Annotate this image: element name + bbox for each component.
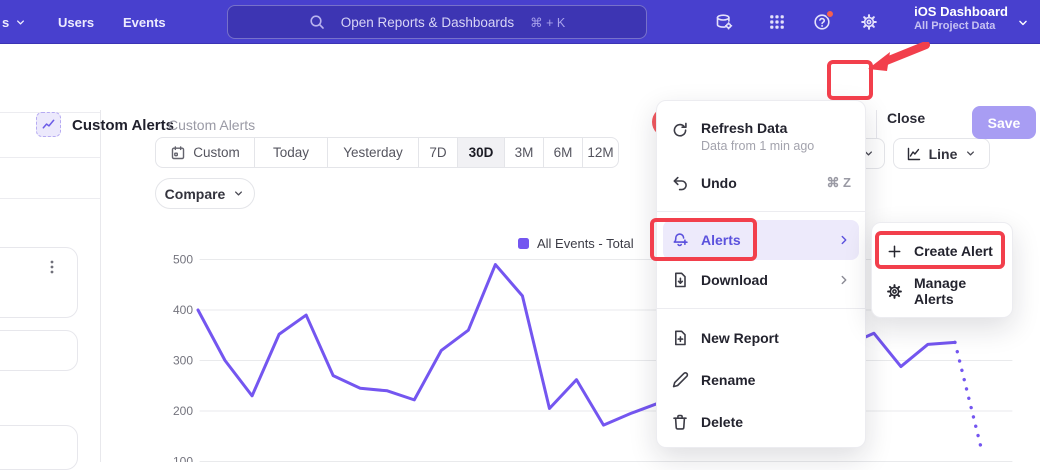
range-custom[interactable]: Custom	[156, 138, 254, 167]
chevron-right-icon	[837, 233, 851, 247]
close-button[interactable]: Close	[887, 110, 925, 126]
save-button[interactable]: Save	[972, 106, 1036, 139]
plus-icon	[886, 243, 903, 260]
search-icon	[309, 14, 325, 30]
sidebar-card[interactable]	[0, 247, 78, 318]
menu-divider	[657, 308, 865, 309]
sidebar-row-divider	[0, 198, 100, 199]
nav-item-events[interactable]: Events	[123, 0, 166, 44]
file-plus-icon	[671, 329, 689, 347]
search-input[interactable]: Open Reports & Dashboards ⌘ + K	[227, 5, 647, 39]
report-type-icon	[36, 112, 61, 137]
data-icon[interactable]	[715, 13, 733, 31]
y-axis-tick: 100	[173, 455, 193, 463]
legend-swatch-icon	[518, 238, 529, 249]
line-chart-icon	[906, 146, 922, 162]
y-axis-tick: 500	[173, 253, 193, 267]
page-title: Custom Alerts	[72, 117, 174, 134]
project-scope: All Project Data	[914, 20, 1008, 34]
series-line-projected	[955, 342, 982, 451]
chevron-right-icon	[837, 273, 851, 287]
y-axis-tick: 400	[173, 303, 193, 317]
calendar-icon	[170, 145, 186, 161]
menu-item-delete[interactable]: Delete	[657, 401, 865, 443]
range-30d[interactable]: 30D	[457, 138, 504, 167]
sidebar-card[interactable]	[0, 330, 78, 371]
notification-dot	[826, 10, 834, 18]
search-shortcut: ⌘ + K	[530, 15, 565, 30]
menu-item-alerts[interactable]: Alerts	[663, 220, 859, 260]
sidebar-row-divider	[0, 157, 100, 158]
apps-grid-icon[interactable]	[768, 13, 786, 31]
trash-icon	[671, 413, 689, 431]
submenu-item-create-alert[interactable]: Create Alert	[872, 231, 1012, 271]
menu-item-new-report[interactable]: New Report	[657, 317, 865, 359]
range-today[interactable]: Today	[254, 138, 327, 167]
menu-item-rename[interactable]: Rename	[657, 359, 865, 401]
menu-item-refresh-data[interactable]: Refresh DataData from 1 min ago	[657, 111, 865, 163]
range-3m[interactable]: 3M	[504, 138, 543, 167]
chart-legend: All Events - Total	[518, 236, 634, 251]
pencil-icon	[671, 371, 689, 389]
range-7d[interactable]: 7D	[418, 138, 457, 167]
card-menu-kebab-icon[interactable]	[45, 258, 59, 276]
submenu-item-manage-alerts[interactable]: Manage Alerts	[872, 271, 1012, 311]
date-range-control: CustomTodayYesterday7D30D3M6M12M	[155, 137, 619, 168]
range-6m[interactable]: 6M	[543, 138, 582, 167]
download-icon	[671, 271, 689, 289]
more-options-menu: Refresh DataData from 1 min agoUndo⌘ Z Al…	[656, 100, 866, 448]
menu-item-undo[interactable]: Undo⌘ Z	[657, 163, 865, 203]
bell-plus-icon	[671, 231, 689, 249]
range-yesterday[interactable]: Yesterday	[327, 138, 418, 167]
divider	[876, 110, 877, 138]
help-icon[interactable]	[813, 13, 831, 31]
chevron-down-icon	[1016, 16, 1030, 30]
menu-item-download[interactable]: Download	[657, 260, 865, 300]
undo-icon	[671, 174, 689, 192]
project-name: iOS Dashboard	[914, 4, 1008, 20]
breadcrumb: Custom Alerts	[168, 117, 255, 133]
gear-icon	[886, 283, 903, 300]
menu-divider	[657, 211, 865, 212]
compare-button[interactable]: Compare	[155, 178, 255, 209]
y-axis-tick: 200	[173, 404, 193, 418]
y-axis-tick: 300	[173, 354, 193, 368]
menu-item-sublabel: Data from 1 min ago	[701, 139, 814, 153]
sidebar-divider	[100, 110, 101, 462]
chevron-down-icon	[14, 16, 27, 29]
chevron-down-icon	[232, 187, 245, 200]
range-12m[interactable]: 12M	[582, 138, 618, 167]
report-header: Custom Alerts Custom Alerts GV Duplicate…	[0, 44, 1040, 110]
shortcut-label: ⌘ Z	[826, 175, 851, 191]
chart-type-button[interactable]: Line	[893, 138, 990, 169]
search-placeholder: Open Reports & Dashboards	[341, 15, 514, 30]
project-selector[interactable]: iOS Dashboard All Project Data	[914, 4, 1008, 34]
refresh-icon	[671, 121, 689, 139]
legend-label: All Events - Total	[537, 236, 634, 251]
nav-item-partial[interactable]: s	[2, 0, 27, 44]
nav-item-users[interactable]: Users	[58, 0, 94, 44]
chevron-down-icon	[964, 147, 977, 160]
alerts-submenu: Create AlertManage Alerts	[871, 222, 1013, 318]
sidebar-card[interactable]	[0, 425, 78, 470]
top-nav: s Users Events Open Reports & Dashboards…	[0, 0, 1040, 44]
settings-icon[interactable]	[860, 13, 878, 31]
